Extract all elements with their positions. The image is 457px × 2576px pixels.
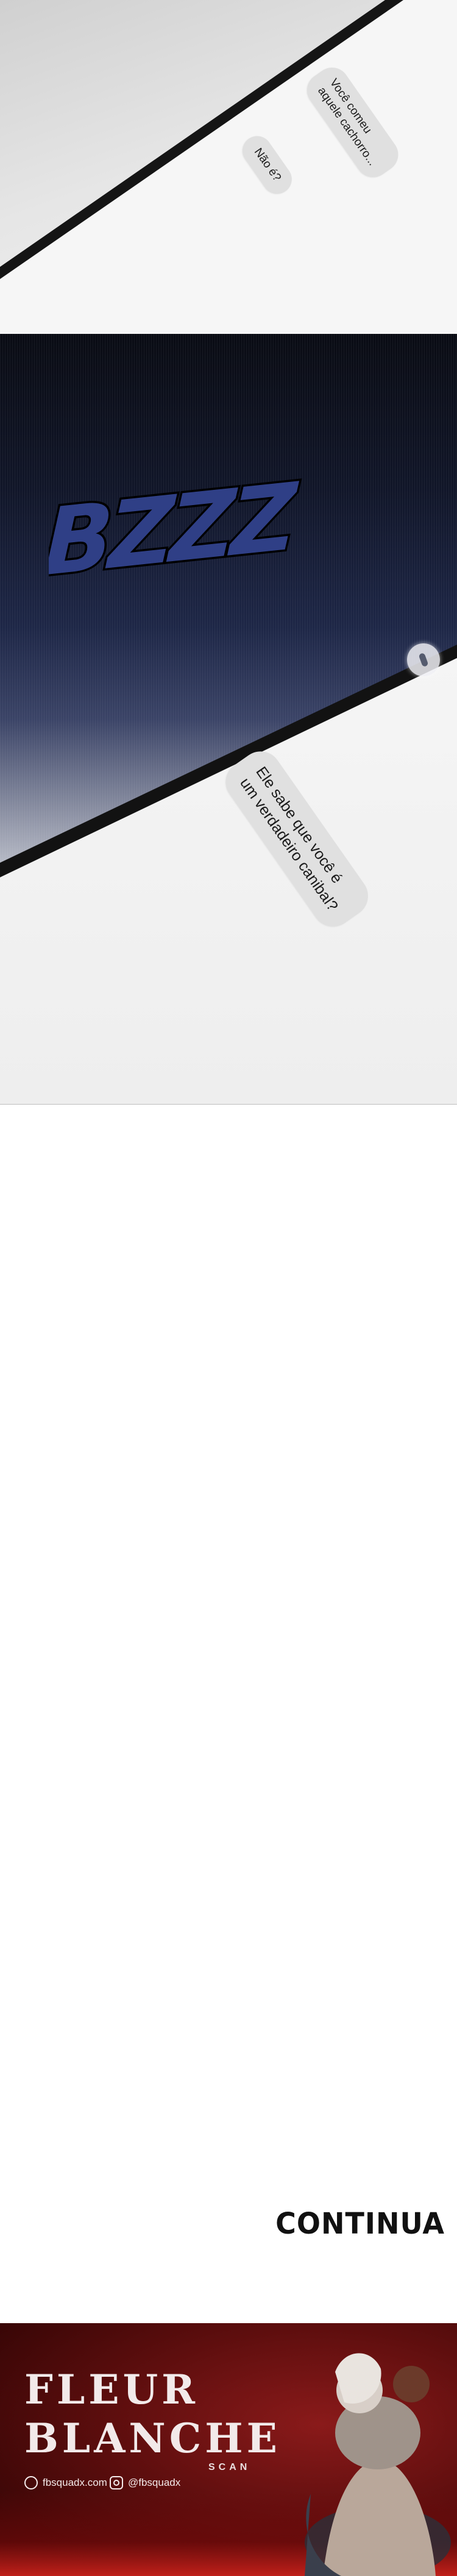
logo-line-3: SCAN bbox=[208, 2462, 251, 2472]
panel-border-line bbox=[0, 1104, 457, 1105]
instagram-link[interactable]: @fbsquadx bbox=[110, 2471, 180, 2495]
logo-line-2: BLANCHE bbox=[24, 2415, 281, 2462]
phone-call-icon bbox=[407, 643, 440, 676]
logo-line-1: FLEUR bbox=[24, 2366, 199, 2413]
sound-effect-text: BZZZ bbox=[49, 462, 300, 596]
panel-2: BZZZ Ele sabe que você é um verdadeiro c… bbox=[0, 334, 457, 1105]
globe-icon bbox=[24, 2476, 38, 2489]
character-illustration bbox=[305, 2353, 451, 2576]
panel-1: Você comeu aquele cachorro... Não é? bbox=[0, 0, 457, 334]
scan-group-banner: FLEUR BLANCHE SCAN fbsquadx.com @fbsquad… bbox=[0, 2323, 457, 2576]
instagram-icon bbox=[110, 2476, 123, 2489]
facebook-link[interactable]: fbsquadx.com bbox=[24, 2471, 107, 2495]
continua-label: CONTINUA bbox=[275, 2206, 445, 2241]
instagram-text: @fbsquadx bbox=[128, 2477, 181, 2488]
sound-effect-bzzz: BZZZ bbox=[49, 461, 302, 596]
facebook-text: fbsquadx.com bbox=[43, 2477, 107, 2488]
